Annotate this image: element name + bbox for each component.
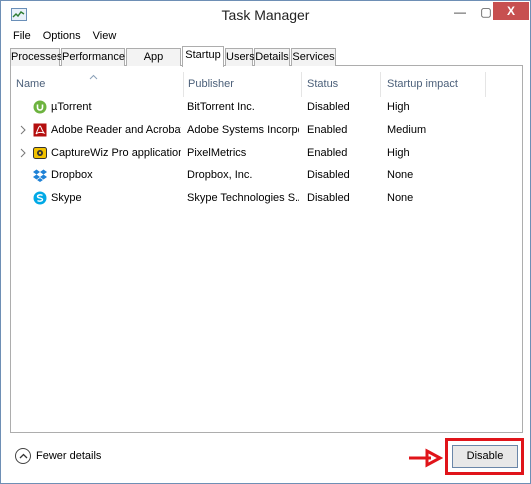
title-bar[interactable]: Task Manager — ▢ X: [1, 1, 530, 29]
startup-panel: Name Publisher Status Startup impact µTo…: [10, 66, 523, 433]
column-header-status[interactable]: Status: [303, 78, 379, 96]
tab-startup[interactable]: Startup: [182, 46, 224, 67]
menu-view[interactable]: View: [87, 29, 123, 43]
row-impact: High: [387, 101, 410, 113]
menu-file[interactable]: File: [7, 29, 37, 43]
menu-options[interactable]: Options: [37, 29, 87, 43]
column-separator: [485, 72, 486, 97]
table-header: Name Publisher Status Startup impact: [11, 66, 522, 97]
skype-icon: [33, 191, 47, 205]
fewer-details-link[interactable]: Fewer details: [36, 450, 101, 462]
column-separator: [380, 72, 381, 97]
tab-app-history[interactable]: App history: [126, 48, 181, 79]
row-name: Skype: [51, 192, 82, 204]
row-status: Disabled: [307, 101, 350, 113]
table-row[interactable]: CaptureWiz Pro application ... PixelMetr…: [11, 143, 522, 165]
tab-performance[interactable]: Performance: [61, 48, 125, 66]
row-status: Enabled: [307, 147, 348, 159]
row-status: Disabled: [307, 192, 350, 204]
chevron-up-icon[interactable]: [15, 448, 31, 464]
row-impact: None: [387, 192, 414, 204]
row-name: Adobe Reader and Acrobat ...: [51, 124, 181, 136]
row-status: Disabled: [307, 169, 350, 181]
row-name: µTorrent: [51, 101, 92, 113]
minimize-icon[interactable]: —: [447, 2, 473, 22]
tab-details[interactable]: Details: [254, 48, 290, 66]
table-row[interactable]: Dropbox Dropbox, Inc. Disabled None: [11, 165, 522, 187]
column-header-startup-impact[interactable]: Startup impact: [383, 78, 483, 96]
tab-processes[interactable]: Processes: [10, 48, 62, 66]
row-publisher: BitTorrent Inc.: [187, 101, 255, 113]
row-impact: High: [387, 147, 410, 159]
menu-bar: File Options View: [7, 29, 122, 45]
dropbox-icon: [33, 169, 47, 182]
close-icon[interactable]: X: [493, 2, 529, 20]
tab-services[interactable]: Services: [291, 48, 336, 66]
table-row[interactable]: µTorrent BitTorrent Inc. Disabled High: [11, 97, 522, 119]
row-publisher: Dropbox, Inc.: [187, 169, 253, 181]
row-impact: Medium: [387, 124, 427, 136]
row-publisher: PixelMetrics: [187, 147, 247, 159]
table-row[interactable]: Adobe Reader and Acrobat ... Adobe Syste…: [11, 120, 522, 142]
row-name: CaptureWiz Pro application ...: [51, 147, 181, 159]
task-manager-window: Task Manager — ▢ X File Options View Proce…: [0, 0, 531, 484]
row-publisher: Adobe Systems Incorpor...: [187, 124, 299, 136]
footer-bar: Fewer details Disable: [1, 434, 530, 483]
row-impact: None: [387, 169, 414, 181]
utorrent-icon: [33, 100, 47, 114]
column-separator: [301, 72, 302, 97]
expand-chevron-icon[interactable]: [20, 148, 26, 158]
tab-users[interactable]: Users: [225, 48, 255, 66]
column-header-publisher[interactable]: Publisher: [184, 78, 300, 96]
expand-chevron-icon[interactable]: [20, 125, 26, 135]
arrow-pointer-icon: [409, 448, 443, 468]
row-name: Dropbox: [51, 169, 93, 181]
disable-button[interactable]: Disable: [452, 445, 518, 468]
row-publisher: Skype Technologies S.A.: [187, 192, 299, 204]
table-row[interactable]: Skype Skype Technologies S.A. Disabled N…: [11, 188, 522, 210]
row-status: Enabled: [307, 124, 348, 136]
capturewiz-icon: [33, 147, 47, 159]
adobe-reader-icon: [33, 123, 47, 137]
column-header-name[interactable]: Name: [12, 78, 180, 96]
